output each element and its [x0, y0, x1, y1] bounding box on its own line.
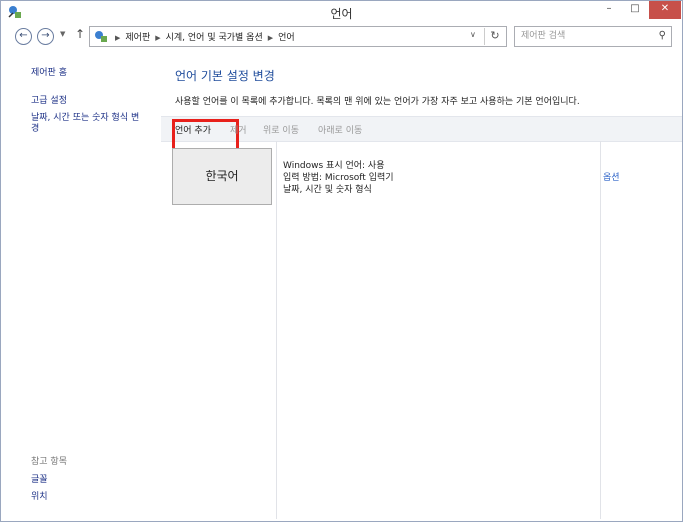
breadcrumb: ▶ 제어판 ▶ 시계, 언어 및 국가별 옵션 ▶ 언어 [110, 30, 295, 43]
language-details: Windows 표시 언어: 사용 입력 방법: Microsoft 입력기 날… [276, 141, 601, 519]
sidebar-link-date-time-format[interactable]: 날짜, 시간 또는 숫자 형식 변 [31, 110, 139, 123]
refresh-icon[interactable]: ↻ [484, 28, 505, 45]
sidebar-link-fonts[interactable]: 글꼴 [31, 472, 48, 485]
language-list-item[interactable]: 한국어 Windows 표시 언어: 사용 입력 방법: Microsoft 입… [161, 141, 682, 519]
page-title: 언어 기본 설정 변경 [175, 69, 275, 83]
move-down-button[interactable]: 아래로 이동 [318, 123, 362, 136]
back-arrow-icon[interactable]: ← [15, 28, 32, 45]
minimize-button[interactable]: – [597, 1, 621, 19]
breadcrumb-control-panel[interactable]: 제어판 [125, 33, 150, 43]
main-content: 언어 기본 설정 변경 사용할 언어를 이 목록에 추가합니다. 목록의 맨 위… [161, 49, 682, 519]
sidebar-link-date-time-format-cont[interactable]: 경 [31, 121, 39, 134]
breadcrumb-language[interactable]: 언어 [278, 33, 295, 43]
breadcrumb-clock-language-region[interactable]: 시계, 언어 및 국가별 옵션 [166, 33, 263, 43]
search-box: ⚲ [514, 26, 672, 47]
history-dropdown-icon[interactable]: ▼ [60, 30, 65, 38]
address-toolbar: ← → ▼ ↑ ▶ 제어판 ▶ 시계, 언어 및 국가별 옵션 ▶ 언어 ∨ ↻ ⚲ [1, 23, 682, 49]
close-button[interactable]: ✕ [649, 1, 681, 19]
chevron-right-icon[interactable]: ▶ [268, 34, 273, 42]
sidebar: 제어판 홈 고급 설정 날짜, 시간 또는 숫자 형식 변 경 참고 항목 글꼴… [1, 49, 161, 519]
forward-arrow-icon[interactable]: → [37, 28, 54, 45]
dropdown-icon[interactable]: ∨ [470, 30, 476, 39]
window-title: 언어 [330, 7, 353, 21]
language-tile-korean[interactable]: 한국어 [172, 148, 272, 205]
sidebar-link-control-panel-home[interactable]: 제어판 홈 [31, 65, 67, 78]
remove-button[interactable]: 제거 [230, 123, 247, 136]
see-also-heading: 참고 항목 [31, 457, 67, 467]
search-icon[interactable]: ⚲ [659, 30, 666, 41]
options-link[interactable]: 옵션 [603, 170, 620, 183]
sidebar-link-advanced-settings[interactable]: 고급 설정 [31, 93, 67, 106]
language-window: 언어 – □ ✕ ← → ▼ ↑ ▶ 제어판 ▶ 시계, 언어 및 국가별 옵션 ▶ 언어… [0, 0, 683, 522]
maximize-button[interactable]: □ [623, 1, 647, 19]
up-arrow-icon[interactable]: ↑ [75, 27, 85, 41]
chevron-right-icon: ▶ [115, 34, 121, 42]
sidebar-link-location[interactable]: 위치 [31, 489, 48, 502]
address-box[interactable]: ▶ 제어판 ▶ 시계, 언어 및 국가별 옵션 ▶ 언어 ∨ ↻ [89, 26, 507, 47]
chevron-right-icon[interactable]: ▶ [155, 34, 160, 42]
page-description: 사용할 언어를 이 목록에 추가합니다. 목록의 맨 위에 있는 언어가 가장 … [175, 97, 580, 107]
search-input[interactable] [515, 27, 651, 44]
control-panel-icon [95, 31, 107, 42]
language-toolbar: 언어 추가 제거 위로 이동 아래로 이동 [161, 116, 682, 153]
move-up-button[interactable]: 위로 이동 [263, 123, 299, 136]
date-time-number-format: 날짜, 시간 및 숫자 형식 [283, 185, 372, 195]
title-bar: 언어 – □ ✕ [1, 1, 682, 23]
add-language-button[interactable]: 언어 추가 [172, 119, 239, 153]
